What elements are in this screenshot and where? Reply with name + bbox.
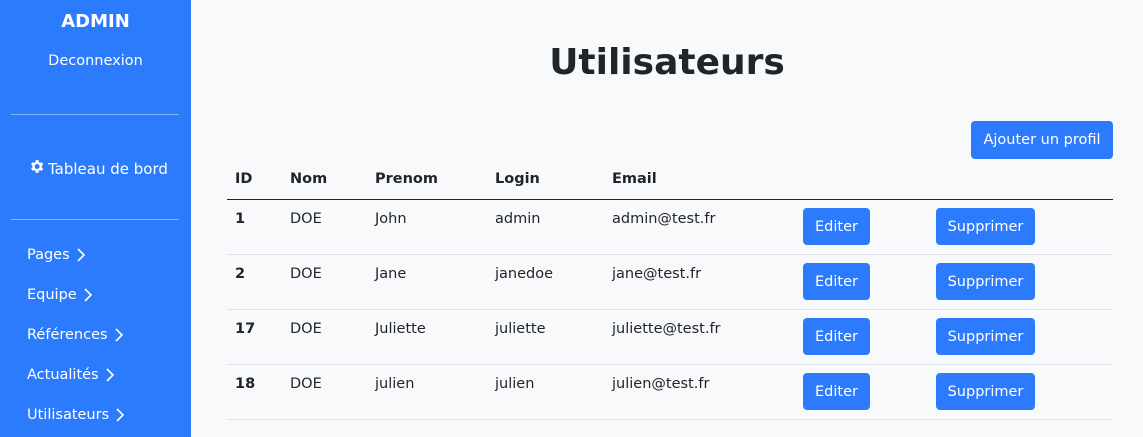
cell-login: julien bbox=[495, 376, 535, 392]
delete-button[interactable]: Supprimer bbox=[936, 208, 1035, 245]
sidebar-item-label: Références bbox=[27, 327, 108, 343]
row-divider bbox=[227, 419, 1113, 420]
row-divider bbox=[227, 364, 1113, 365]
gear-icon bbox=[28, 158, 45, 179]
cell-login: admin bbox=[495, 211, 541, 227]
cell-id: 18 bbox=[235, 376, 256, 392]
sidebar-item-label: Actualités bbox=[27, 367, 99, 383]
sidebar-item-equipe[interactable]: Equipe bbox=[27, 287, 93, 303]
cell-email: jane@test.fr bbox=[612, 266, 702, 282]
cell-id: 1 bbox=[235, 211, 246, 227]
logout-link[interactable]: Deconnexion bbox=[0, 53, 191, 69]
cell-id: 17 bbox=[235, 321, 256, 337]
column-header-email: Email bbox=[612, 171, 657, 187]
chevron-right-icon bbox=[106, 368, 114, 382]
edit-button[interactable]: Editer bbox=[803, 208, 870, 245]
delete-button[interactable]: Supprimer bbox=[936, 263, 1035, 300]
column-header-login: Login bbox=[495, 171, 540, 187]
edit-button[interactable]: Editer bbox=[803, 263, 870, 300]
brand-title: ADMIN bbox=[61, 11, 130, 32]
chevron-right-icon bbox=[84, 288, 92, 302]
cell-prenom: julien bbox=[375, 376, 415, 392]
page-title: Utilisateurs bbox=[549, 42, 785, 83]
sidebar-item-references[interactable]: Références bbox=[27, 327, 124, 343]
cell-email: julien@test.fr bbox=[612, 376, 710, 392]
chevron-right-icon bbox=[77, 248, 85, 262]
column-header-nom: Nom bbox=[290, 171, 328, 187]
cell-nom: DOE bbox=[290, 321, 322, 337]
sidebar-item-dashboard[interactable]: Tableau de bord bbox=[28, 158, 168, 179]
sidebar-item-utilisateurs[interactable]: Utilisateurs bbox=[27, 407, 125, 423]
sidebar-divider bbox=[11, 114, 179, 115]
sidebar: ADMIN Deconnexion Tableau de bord Pages … bbox=[0, 0, 191, 437]
add-profile-button[interactable]: Ajouter un profil bbox=[971, 121, 1113, 159]
row-divider bbox=[227, 254, 1113, 255]
sidebar-divider bbox=[11, 219, 179, 220]
sidebar-item-label: Equipe bbox=[27, 287, 77, 303]
cell-login: janedoe bbox=[495, 266, 554, 282]
chevron-right-icon bbox=[115, 328, 123, 342]
sidebar-item-label: Tableau de bord bbox=[48, 159, 168, 178]
sidebar-item-label: Pages bbox=[27, 247, 70, 263]
cell-prenom: John bbox=[375, 211, 407, 227]
delete-button[interactable]: Supprimer bbox=[936, 318, 1035, 355]
delete-button[interactable]: Supprimer bbox=[936, 373, 1035, 410]
cell-email: juliette@test.fr bbox=[612, 321, 721, 337]
cell-nom: DOE bbox=[290, 376, 322, 392]
chevron-right-icon bbox=[116, 408, 125, 422]
edit-button[interactable]: Editer bbox=[803, 318, 870, 355]
cell-email: admin@test.fr bbox=[612, 211, 716, 227]
row-divider bbox=[227, 309, 1113, 310]
cell-prenom: Jane bbox=[375, 266, 407, 282]
sidebar-item-pages[interactable]: Pages bbox=[27, 247, 86, 263]
column-header-prenom: Prenom bbox=[375, 171, 439, 187]
sidebar-item-label: Utilisateurs bbox=[27, 407, 110, 423]
cell-id: 2 bbox=[235, 266, 246, 282]
column-header-id: ID bbox=[235, 171, 253, 187]
cell-nom: DOE bbox=[290, 211, 322, 227]
cell-prenom: Juliette bbox=[375, 321, 426, 337]
sidebar-item-actualites[interactable]: Actualités bbox=[27, 367, 115, 383]
table-header-divider bbox=[227, 199, 1113, 200]
cell-login: juliette bbox=[495, 321, 546, 337]
edit-button[interactable]: Editer bbox=[803, 373, 870, 410]
cell-nom: DOE bbox=[290, 266, 322, 282]
